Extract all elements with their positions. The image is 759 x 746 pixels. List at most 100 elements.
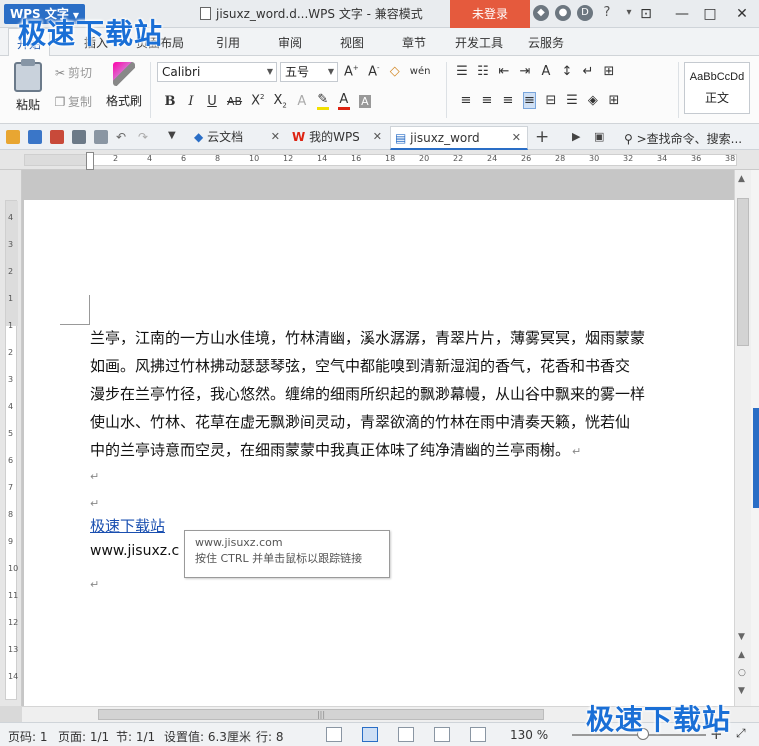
scroll-down-icon[interactable]: ▼ <box>738 632 745 642</box>
scroll-up-icon[interactable]: ▲ <box>738 174 745 184</box>
tab-label: jisuxz_word <box>410 131 480 145</box>
command-search[interactable]: ⚲ >查找命令、搜索... <box>624 130 742 147</box>
status-section: 节: 1/1 <box>116 730 156 744</box>
open-folder-icon[interactable] <box>6 130 20 144</box>
url-text[interactable]: www.jisuxz.c <box>90 543 179 559</box>
restore-fullscreen-icon[interactable]: ⊡ <box>632 0 660 28</box>
style-normal[interactable]: AaBbCcDd 正文 <box>684 62 750 114</box>
chevron-down-icon[interactable]: ▼ <box>168 130 182 144</box>
help-button[interactable]: ? <box>599 5 615 21</box>
tab-section[interactable]: 章节 <box>402 34 426 51</box>
zoom-level[interactable]: 130 % <box>510 728 548 742</box>
clear-format-icon[interactable]: ◇ <box>389 64 401 79</box>
fullscreen-view-icon[interactable] <box>326 727 342 742</box>
close-tab-icon[interactable]: ✕ <box>271 126 280 148</box>
cut-button[interactable]: ✂ 剪切 <box>54 64 92 81</box>
new-tab-icon[interactable]: + <box>535 127 549 147</box>
vertical-ruler[interactable]: 4 3 2 1 1 2 3 4 5 6 7 8 9 10 11 12 13 14 <box>0 170 22 706</box>
decrease-indent-icon[interactable]: ⇤ <box>498 64 510 79</box>
vertical-scrollbar[interactable]: ▲ ▼ ▲ ○ ▼ <box>734 170 751 706</box>
page-view-icon[interactable] <box>362 727 378 742</box>
close-icon[interactable]: ✕ <box>728 0 756 28</box>
scroll-thumb[interactable] <box>737 198 749 346</box>
copy-button[interactable]: ❐ 复制 <box>54 93 92 110</box>
print-icon[interactable] <box>72 130 86 144</box>
chinese-layout-icon[interactable]: A <box>540 64 552 79</box>
text-effect-icon[interactable]: A <box>296 94 308 109</box>
save-icon[interactable] <box>28 130 42 144</box>
tab-cloud-docs[interactable]: ◆ 云文档 ✕ <box>190 126 286 150</box>
numbered-list-icon[interactable]: ☷ <box>477 64 489 79</box>
feedback-icon[interactable]: D <box>577 5 593 21</box>
web-view-icon[interactable] <box>434 727 450 742</box>
indent-marker[interactable] <box>86 152 94 170</box>
paste-button[interactable]: 粘贴 <box>6 59 50 113</box>
tab-references[interactable]: 引用 <box>216 34 240 51</box>
tab-cloud[interactable]: 云服务 <box>528 34 564 51</box>
superscript-icon[interactable]: X2 <box>251 93 264 108</box>
tab-developer[interactable]: 开发工具 <box>455 34 503 51</box>
export-pdf-icon[interactable] <box>50 130 64 144</box>
browse-object-icon[interactable]: ○ <box>738 668 746 678</box>
window-icon[interactable]: ▣ <box>594 130 608 144</box>
side-panel-toggle[interactable] <box>753 408 759 508</box>
close-tab-icon[interactable]: ✕ <box>512 127 521 149</box>
scroll-thumb[interactable]: ||| <box>98 709 544 720</box>
distribute-icon[interactable]: ⊟ <box>545 93 557 108</box>
status-page-number[interactable]: 页码: 1 <box>8 728 48 745</box>
redo-icon[interactable]: ↷ <box>138 130 152 144</box>
close-tab-icon[interactable]: ✕ <box>373 126 382 148</box>
divider <box>446 62 447 118</box>
undo-icon[interactable]: ↶ <box>116 130 130 144</box>
document-canvas[interactable]: 兰亭，江南的一方山水佳境，竹林清幽，溪水潺潺，青翠片片，薄雾冥冥，烟雨蒙蒙 如画… <box>22 170 734 706</box>
tab-jisuxz-word[interactable]: ▤ jisuxz_word ✕ <box>390 126 528 150</box>
screen-cast-icon[interactable]: ▶ <box>572 130 586 144</box>
maximize-icon[interactable]: □ <box>696 0 724 28</box>
shield-icon[interactable]: ● <box>555 5 571 21</box>
show-marks-icon[interactable]: ↵ <box>582 64 594 79</box>
paragraph-line: 漫步在兰亭竹径，我心悠然。缠绵的细雨所织起的飘渺幕幔，从山谷中飘来的雾一样 <box>90 385 646 403</box>
tab-review[interactable]: 审阅 <box>278 34 302 51</box>
grow-font-icon[interactable]: A+ <box>344 64 359 79</box>
document-page[interactable]: 兰亭，江南的一方山水佳境，竹林清幽，溪水潺潺，青翠片片，薄雾冥冥，烟雨蒙蒙 如画… <box>24 200 734 706</box>
font-name-select[interactable]: Calibri ▼ <box>157 62 277 82</box>
font-size-select[interactable]: 五号 ▼ <box>280 62 338 82</box>
shrink-font-icon[interactable]: A- <box>368 64 380 79</box>
sort-icon[interactable]: ↕ <box>561 64 573 79</box>
horizontal-ruler[interactable]: 2 4 6 8 10 12 14 16 18 20 22 24 26 28 30 32 34 36 38 <box>0 150 759 170</box>
expand-icon[interactable]: ⤢ <box>736 726 746 741</box>
eye-protect-icon[interactable] <box>470 727 486 742</box>
tab-view[interactable]: 视图 <box>340 34 364 51</box>
print-preview-icon[interactable] <box>94 130 108 144</box>
increase-indent-icon[interactable]: ⇥ <box>519 64 531 79</box>
phonetic-icon[interactable]: wén <box>410 66 431 77</box>
bold-icon[interactable]: B <box>164 94 176 109</box>
next-page-icon[interactable]: ▼ <box>738 686 745 696</box>
login-button[interactable]: 未登录 <box>450 0 530 28</box>
format-painter-button[interactable]: 格式刷 <box>104 62 144 109</box>
align-left-icon[interactable]: ≡ <box>460 93 472 108</box>
prev-page-icon[interactable]: ▲ <box>738 650 745 660</box>
highlight-icon[interactable]: ✎ <box>316 92 329 110</box>
table-icon[interactable]: ⊞ <box>603 64 615 79</box>
document-tab-bar: ↶ ↷ ▼ ◆ 云文档 ✕ W 我的WPS ✕ ▤ jisuxz_word ✕ + ▶… <box>0 124 759 150</box>
char-shading-icon[interactable]: A <box>358 94 371 108</box>
bullet-list-icon[interactable]: ☰ <box>456 64 468 79</box>
body-paragraph[interactable]: 兰亭，江南的一方山水佳境，竹林清幽，溪水潺潺，青翠片片，薄雾冥冥，烟雨蒙蒙 如画… <box>90 324 734 466</box>
subscript-icon[interactable]: X2 <box>273 93 286 110</box>
outline-view-icon[interactable] <box>398 727 414 742</box>
border-icon[interactable]: ⊞ <box>608 93 620 108</box>
align-center-icon[interactable]: ≡ <box>481 93 493 108</box>
align-right-icon[interactable]: ≡ <box>502 93 514 108</box>
skin-icon[interactable]: ◆ <box>533 5 549 21</box>
align-justify-icon[interactable]: ≡ <box>523 92 536 109</box>
underline-icon[interactable]: U <box>206 94 218 109</box>
minimize-icon[interactable]: — <box>668 0 696 28</box>
font-color-icon[interactable]: A <box>337 92 350 110</box>
line-spacing-icon[interactable]: ☰ <box>566 93 578 108</box>
strikethrough-icon[interactable]: AB <box>227 95 242 108</box>
tab-my-wps[interactable]: W 我的WPS ✕ <box>288 126 388 150</box>
italic-icon[interactable]: I <box>185 94 197 109</box>
shading-icon[interactable]: ◈ <box>587 93 599 108</box>
hyperlink[interactable]: 极速下载站 <box>90 515 165 536</box>
